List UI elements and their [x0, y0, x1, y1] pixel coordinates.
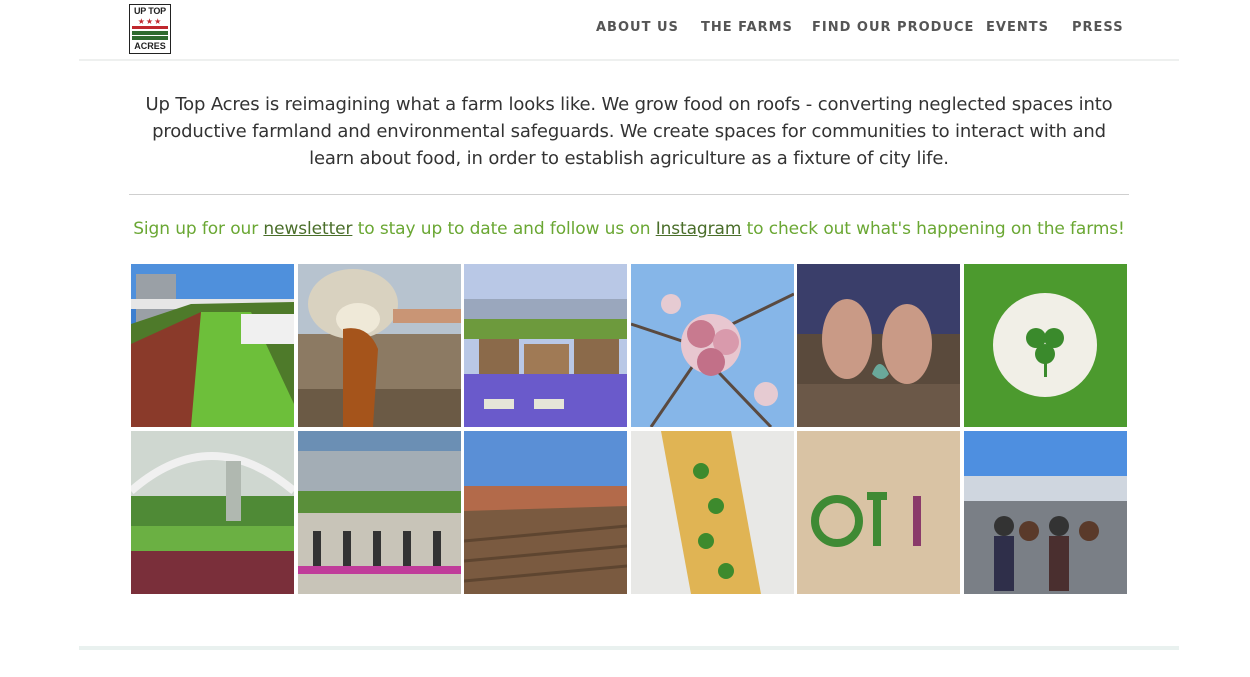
signup-line: Sign up for our newsletter to stay up to…	[79, 217, 1179, 241]
instagram-gallery	[131, 264, 1127, 594]
gallery-image[interactable]	[964, 431, 1127, 594]
site-header: UP TOP ★★★ ACRES ABOUT US THE FARMS FIND…	[79, 0, 1179, 61]
nav-the-farms[interactable]: THE FARMS	[701, 20, 793, 35]
footer-divider	[79, 646, 1179, 650]
intro-paragraph: Up Top Acres is reimagining what a farm …	[145, 94, 1113, 169]
signup-text-before: Sign up for our	[133, 219, 264, 239]
section-divider	[129, 194, 1129, 195]
gallery-image[interactable]	[964, 264, 1127, 427]
nav-press[interactable]: PRESS	[1072, 20, 1124, 35]
gallery-image[interactable]	[131, 431, 294, 594]
signup-text-after: to check out what's happening on the far…	[741, 219, 1125, 239]
gallery-image[interactable]	[797, 264, 960, 427]
gallery-image[interactable]	[631, 431, 794, 594]
instagram-link[interactable]: Instagram	[656, 219, 742, 239]
nav-find-our-produce[interactable]: FIND OUR PRODUCE	[812, 20, 974, 35]
logo-text-top: UP TOP	[134, 6, 166, 16]
nav-events[interactable]: EVENTS	[986, 20, 1049, 35]
logo-text-bottom: ACRES	[134, 41, 166, 51]
gallery-image[interactable]	[298, 264, 461, 427]
signup-text-middle: to stay up to date and follow us on	[352, 219, 656, 239]
newsletter-link[interactable]: newsletter	[263, 219, 352, 239]
gallery-image[interactable]	[464, 431, 627, 594]
page: UP TOP ★★★ ACRES ABOUT US THE FARMS FIND…	[79, 0, 1179, 677]
gallery-image[interactable]	[131, 264, 294, 427]
gallery-image[interactable]	[298, 431, 461, 594]
gallery-image[interactable]	[797, 431, 960, 594]
gallery-image[interactable]	[631, 264, 794, 427]
main-nav: ABOUT US THE FARMS FIND OUR PRODUCE EVEN…	[79, 20, 1179, 38]
nav-about-us[interactable]: ABOUT US	[596, 20, 679, 35]
gallery-image[interactable]	[464, 264, 627, 427]
